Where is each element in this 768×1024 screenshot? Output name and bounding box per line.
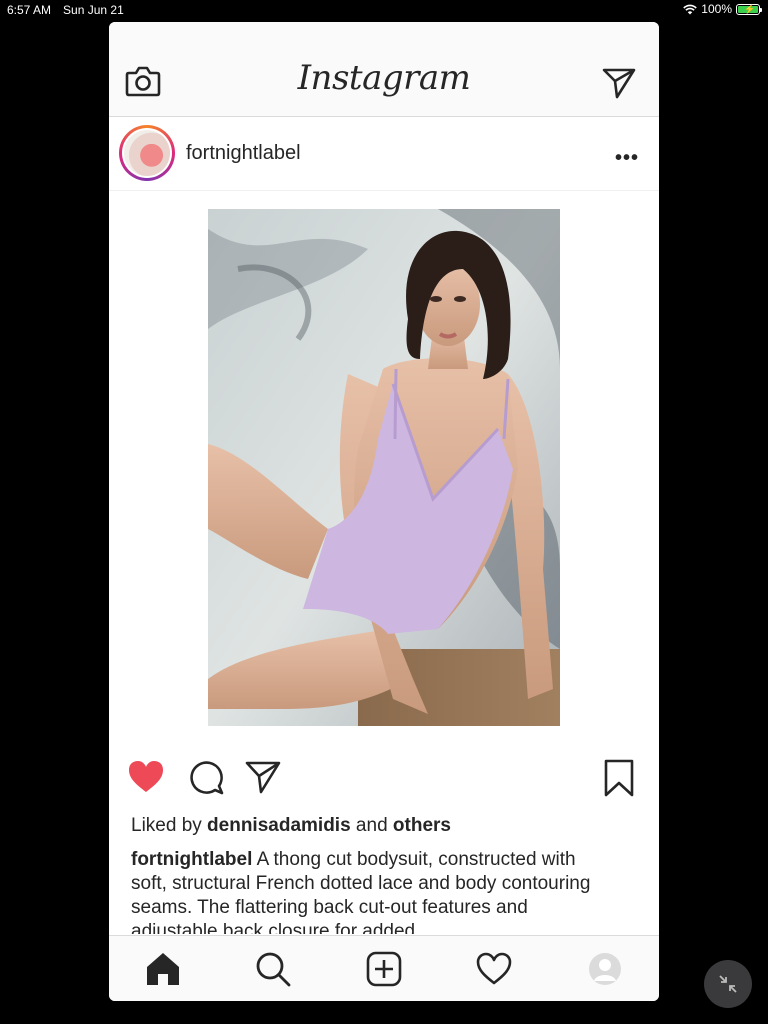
- search-icon[interactable]: [254, 950, 292, 988]
- liked-by-others-link[interactable]: others: [393, 815, 451, 836]
- profile-icon[interactable]: [586, 950, 624, 988]
- wifi-icon: [683, 4, 698, 14]
- status-date: Sun Jun 21: [63, 3, 124, 17]
- avatar[interactable]: [119, 125, 175, 181]
- instagram-window: Instagram fortnightlabel ••• Liked by de…: [109, 22, 659, 1001]
- collapse-arrows-icon: [719, 975, 737, 993]
- post-caption: fortnightlabel A thong cut bodysuit, con…: [131, 848, 611, 934]
- likes-prefix: Liked by: [131, 815, 208, 836]
- minimize-button[interactable]: [704, 960, 752, 1008]
- bottom-nav: [109, 935, 659, 1001]
- post-actions: [109, 757, 659, 801]
- post-header: fortnightlabel •••: [109, 117, 659, 191]
- status-bar: 6:57 AM Sun Jun 21 100% ⚡: [0, 0, 768, 20]
- status-time: 6:57 AM: [7, 3, 52, 17]
- home-icon[interactable]: [144, 950, 182, 988]
- battery-percent: 100%: [701, 2, 732, 16]
- more-options-icon[interactable]: •••: [615, 147, 639, 170]
- caption-username[interactable]: fortnightlabel: [131, 849, 252, 870]
- top-bar: Instagram: [109, 22, 659, 117]
- battery-icon: ⚡: [736, 3, 762, 15]
- new-post-icon[interactable]: [365, 950, 403, 988]
- activity-heart-icon[interactable]: [475, 950, 513, 988]
- camera-icon[interactable]: [125, 65, 161, 97]
- like-heart-icon[interactable]: [127, 759, 165, 795]
- paper-plane-icon[interactable]: [602, 67, 636, 99]
- likes-middle: and: [350, 815, 393, 836]
- post-photo[interactable]: [208, 209, 560, 726]
- share-paper-plane-icon[interactable]: [245, 759, 281, 795]
- likes-summary: Liked by dennisadamidis and others: [131, 815, 451, 837]
- comment-icon[interactable]: [188, 759, 224, 795]
- bookmark-icon[interactable]: [603, 759, 635, 797]
- post-username[interactable]: fortnightlabel: [186, 142, 301, 165]
- liked-by-user-link[interactable]: dennisadamidis: [207, 815, 351, 836]
- instagram-logo: Instagram: [297, 58, 471, 98]
